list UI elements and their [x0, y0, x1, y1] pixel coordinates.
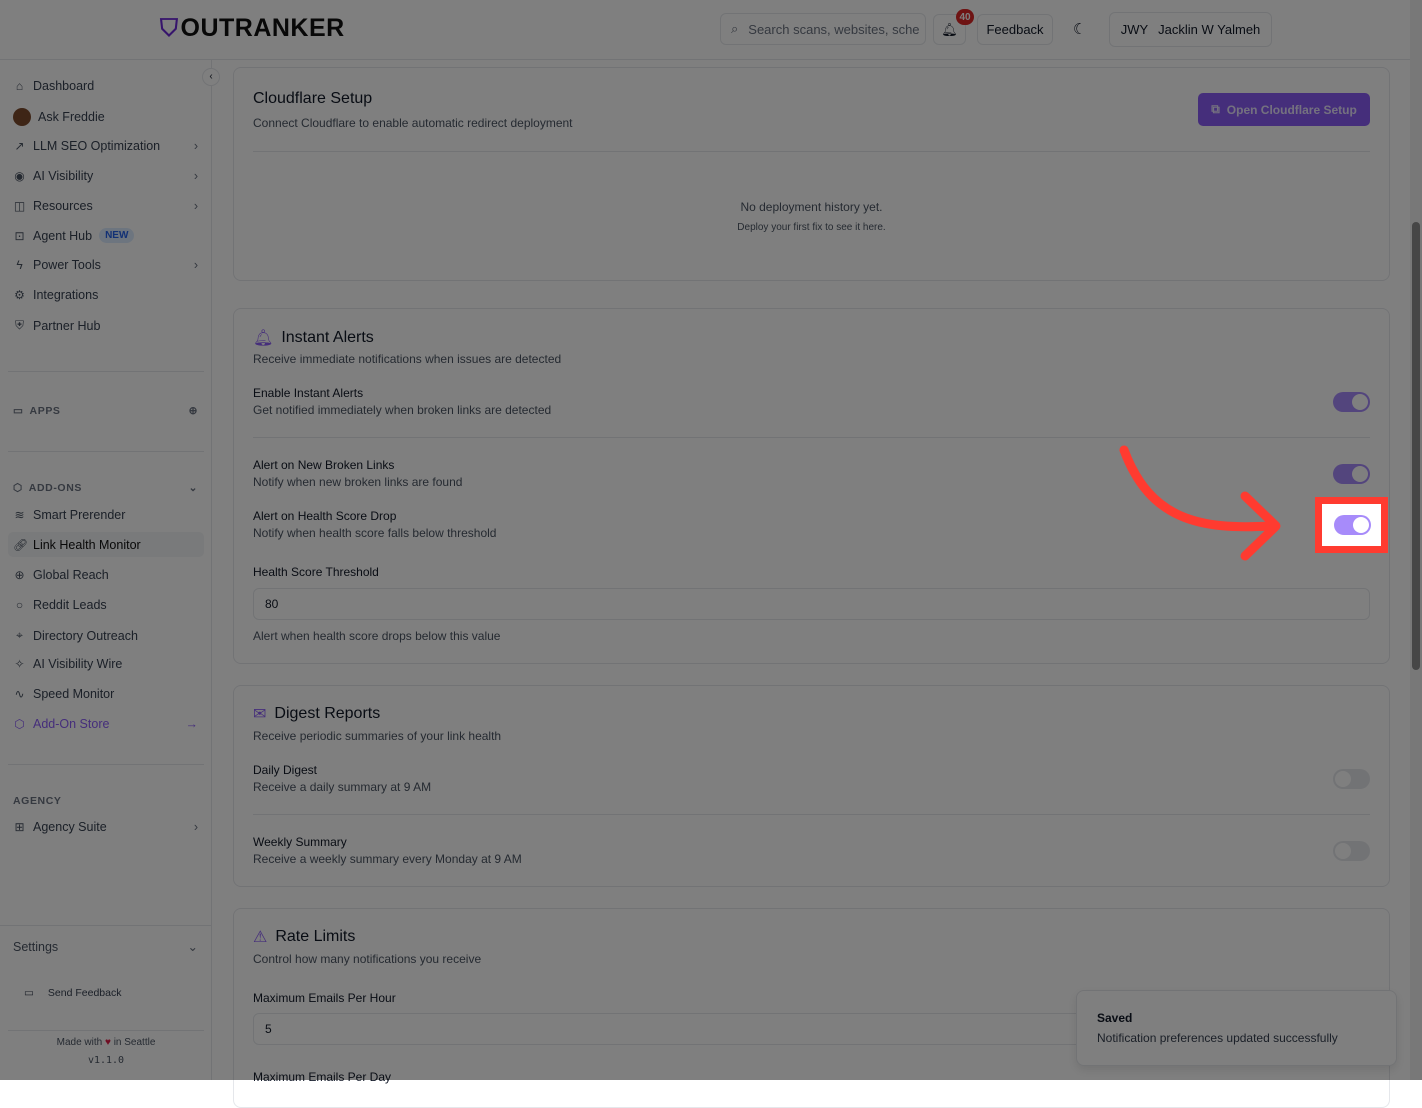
annotation-arrow-icon	[1119, 445, 1281, 561]
alert-health-score-drop-toggle[interactable]	[1334, 515, 1371, 535]
highlight-box	[1315, 497, 1388, 553]
